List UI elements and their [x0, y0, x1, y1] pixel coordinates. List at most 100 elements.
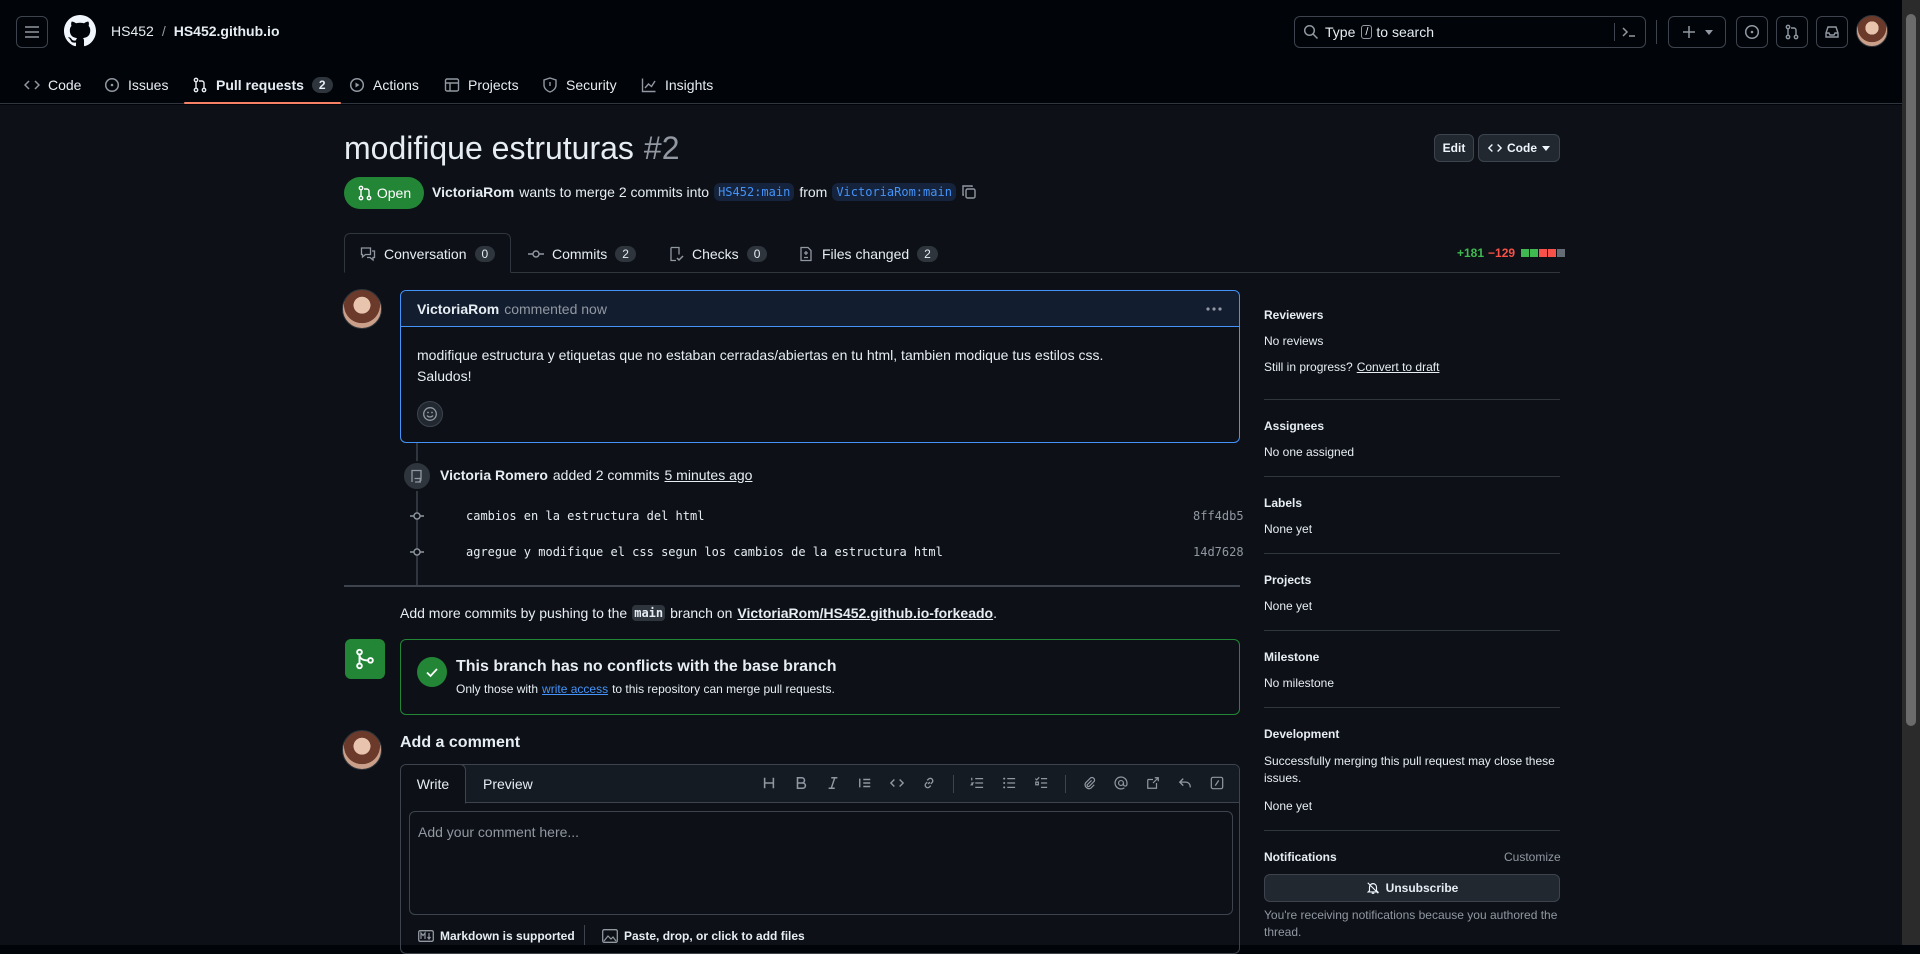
mention-icon[interactable]: [1113, 775, 1129, 791]
slash-command-icon[interactable]: [1209, 775, 1225, 791]
timeline-time[interactable]: 5 minutes ago: [665, 467, 753, 483]
cross-reference-icon[interactable]: [1145, 775, 1161, 791]
edit-label: Edit: [1442, 141, 1466, 155]
base-branch[interactable]: HS452:main: [714, 183, 795, 201]
add-comment-heading: Add a comment: [400, 734, 521, 751]
write-tab[interactable]: Write: [401, 765, 466, 804]
attach-files-note[interactable]: Paste, drop, or click to add files: [602, 929, 805, 943]
merge-text: wants to merge 2 commits into: [519, 184, 710, 200]
command-palette-icon[interactable]: [1621, 24, 1637, 40]
development-heading[interactable]: Development: [1264, 727, 1339, 741]
nav-tab-actions[interactable]: Actions: [349, 66, 419, 104]
timeline-author[interactable]: Victoria Romero: [440, 467, 548, 483]
search-prefix: Type: [1325, 24, 1356, 40]
code-label: Code: [1507, 141, 1537, 155]
tab-count: 0: [474, 246, 496, 262]
inbox-button[interactable]: [1816, 16, 1848, 48]
code-icon: [24, 80, 40, 90]
page-scrollbar[interactable]: [1902, 0, 1920, 945]
commit-message[interactable]: cambios en la estructura del html: [466, 509, 704, 523]
push-hint-text: Add more commits by pushing to the: [400, 605, 628, 621]
labels-value: None yet: [1264, 522, 1313, 536]
nav-tab-insights[interactable]: Insights: [641, 66, 713, 104]
nav-tab-projects[interactable]: Projects: [444, 66, 519, 104]
comment-body: modifique estructura y etiquetas que no …: [401, 327, 1239, 387]
reply-icon[interactable]: [1177, 775, 1193, 791]
nav-tab-security[interactable]: Security: [542, 66, 617, 104]
diffstat-bar: [1521, 249, 1566, 257]
github-logo-icon[interactable]: [64, 15, 96, 47]
git-pull-request-icon: [193, 77, 207, 93]
paperclip-icon[interactable]: [1081, 775, 1097, 791]
issues-button[interactable]: [1736, 16, 1768, 48]
customize-link[interactable]: Customize: [1504, 850, 1561, 864]
code-icon: [1488, 144, 1502, 152]
markdown-note[interactable]: Markdown is supported: [418, 929, 575, 943]
user-avatar[interactable]: [1856, 15, 1888, 47]
copy-icon[interactable]: [961, 184, 977, 200]
comment-textarea[interactable]: Add your comment here...: [409, 811, 1233, 915]
milestone-heading[interactable]: Milestone: [1264, 650, 1319, 664]
hamburger-icon: [25, 26, 39, 38]
create-new-button[interactable]: [1668, 16, 1726, 48]
comment-author[interactable]: VictoriaRom: [417, 301, 499, 317]
write-access-link[interactable]: write access: [542, 682, 608, 696]
add-reaction-button[interactable]: [417, 401, 443, 427]
nav-tab-pull-requests[interactable]: Pull requests 2: [184, 66, 341, 104]
head-branch[interactable]: VictoriaRom:main: [832, 183, 956, 201]
nav-tab-code[interactable]: Code: [24, 66, 81, 104]
tasklist-icon[interactable]: [1033, 775, 1049, 791]
code-icon[interactable]: [889, 775, 905, 791]
tab-count: 0: [746, 246, 768, 262]
plus-icon: [1683, 26, 1695, 38]
unordered-list-icon[interactable]: [1001, 775, 1017, 791]
pull-requests-button[interactable]: [1776, 16, 1808, 48]
nav-tab-label: Issues: [128, 77, 169, 93]
issue-opened-icon: [104, 77, 120, 93]
milestone-value: No milestone: [1264, 676, 1335, 690]
unsubscribe-label: Unsubscribe: [1385, 881, 1459, 895]
tab-commits[interactable]: Commits 2: [528, 234, 636, 274]
assignees-heading[interactable]: Assignees: [1264, 419, 1324, 433]
link-icon[interactable]: [921, 775, 937, 791]
owner-link[interactable]: HS452: [111, 23, 154, 39]
tab-label: Commits: [552, 246, 608, 262]
tab-checks[interactable]: Checks 0: [668, 234, 768, 274]
comment-author-avatar[interactable]: [342, 289, 382, 329]
comment-header: VictoriaRom commented now: [401, 291, 1239, 327]
heading-icon[interactable]: [761, 775, 777, 791]
search-input[interactable]: Type / to search: [1294, 16, 1646, 48]
kebab-horizontal-icon[interactable]: [1205, 301, 1223, 317]
code-dropdown-button[interactable]: Code: [1478, 134, 1560, 162]
labels-heading[interactable]: Labels: [1264, 496, 1302, 510]
convert-to-draft-link[interactable]: Convert to draft: [1357, 360, 1440, 374]
commit-sha[interactable]: 14d7628: [1193, 545, 1244, 559]
preview-tab[interactable]: Preview: [483, 776, 533, 792]
diffstat-deletions: −129: [1488, 246, 1516, 260]
menu-button[interactable]: [16, 16, 48, 48]
tab-conversation[interactable]: Conversation 0: [360, 234, 496, 274]
search-suffix: to search: [1376, 24, 1435, 40]
nav-tab-issues[interactable]: Issues: [104, 66, 168, 104]
nav-tab-label: Pull requests: [216, 77, 304, 93]
comment-line: modifique estructura y etiquetas que no …: [417, 347, 1104, 363]
pr-author-link[interactable]: VictoriaRom: [432, 184, 514, 200]
reviewers-heading[interactable]: Reviewers: [1264, 308, 1323, 322]
push-hint-repo-link[interactable]: VictoriaRom/HS452.github.io-forkeado: [737, 605, 993, 621]
markdown-note-text: Markdown is supported: [440, 929, 575, 943]
quote-icon[interactable]: [857, 775, 873, 791]
edit-title-button[interactable]: Edit: [1434, 134, 1474, 162]
comment-box: VictoriaRom commented now modifique estr…: [400, 290, 1240, 443]
bell-slash-icon: [1366, 882, 1379, 894]
tab-files-changed[interactable]: Files changed 2: [798, 234, 938, 274]
ordered-list-icon[interactable]: [969, 775, 985, 791]
bold-icon[interactable]: [793, 775, 809, 791]
push-hint-text: .: [993, 605, 997, 621]
commit-sha[interactable]: 8ff4db5: [1193, 509, 1244, 523]
repo-link[interactable]: HS452.github.io: [174, 23, 280, 39]
projects-heading[interactable]: Projects: [1264, 573, 1311, 587]
italic-icon[interactable]: [825, 775, 841, 791]
scrollbar-thumb[interactable]: [1906, 14, 1916, 726]
commit-message[interactable]: agregue y modifique el css segun los cam…: [466, 545, 943, 559]
unsubscribe-button[interactable]: Unsubscribe: [1264, 874, 1560, 902]
